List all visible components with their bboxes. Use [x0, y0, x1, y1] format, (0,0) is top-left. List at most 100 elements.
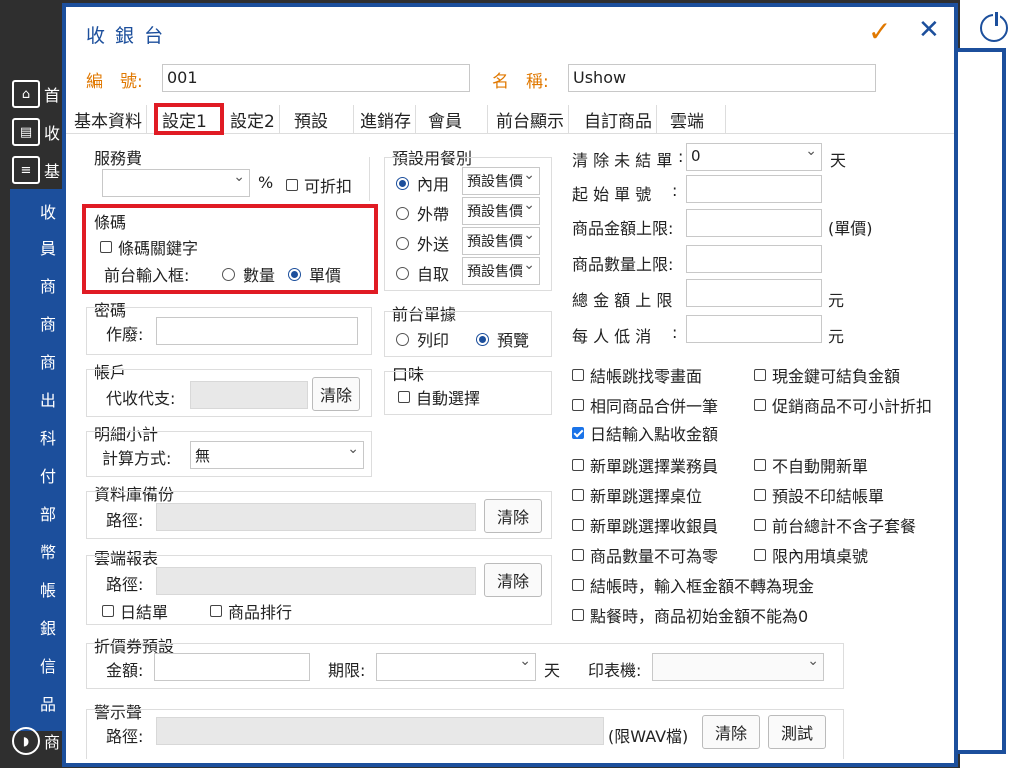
barcode-keyword-checkbox[interactable]: 條碼關鍵字	[100, 235, 198, 259]
name-field[interactable]: Ushow	[568, 64, 876, 92]
tab-custom-product[interactable]: 自訂商品	[580, 105, 657, 133]
code-field[interactable]: 001	[162, 64, 470, 92]
service-fee-select[interactable]	[102, 169, 250, 197]
submenu-item[interactable]: 出	[40, 387, 56, 411]
qty-radio[interactable]: 數量	[222, 262, 275, 286]
checkbox-box[interactable]	[754, 459, 766, 471]
checkbox-box[interactable]	[572, 427, 584, 439]
tab-default[interactable]: 預設	[290, 105, 354, 133]
checkbox-box[interactable]	[572, 609, 584, 621]
option-checkbox[interactable]: 點餐時，商品初始金額不能為0	[572, 603, 808, 627]
method-select[interactable]: 無	[190, 441, 364, 469]
checkbox-box[interactable]	[286, 179, 298, 191]
option-checkbox[interactable]: 限內用填桌號	[754, 543, 868, 567]
option-checkbox[interactable]: 不自動開新單	[754, 453, 868, 477]
price-limit-field[interactable]	[686, 209, 822, 237]
sidebar-item-product[interactable]: ◗ 商	[12, 727, 60, 755]
ranking-checkbox[interactable]: 商品排行	[210, 599, 292, 623]
option-checkbox[interactable]: 新單跳選擇桌位	[572, 483, 702, 507]
submenu-item[interactable]: 商	[40, 311, 56, 335]
submenu-item[interactable]: 商	[40, 349, 56, 373]
delivery-select[interactable]: 預設售價	[462, 227, 540, 255]
checkbox-box[interactable]	[102, 605, 114, 617]
printer-select[interactable]	[652, 653, 824, 681]
tab-settings2[interactable]: 設定2	[226, 105, 280, 133]
auto-select-checkbox[interactable]: 自動選擇	[398, 385, 480, 409]
option-checkbox[interactable]: 商品數量不可為零	[572, 543, 718, 567]
radio-dot[interactable]	[288, 267, 301, 281]
clear-unsettled-select[interactable]: 0	[686, 143, 822, 171]
sidebar-item-cashier[interactable]: ▤ 收	[12, 118, 60, 146]
checkbox-box[interactable]	[754, 399, 766, 411]
checkbox-box[interactable]	[572, 519, 584, 531]
checkbox-box[interactable]	[572, 579, 584, 591]
checkbox-box[interactable]	[572, 459, 584, 471]
print-radio[interactable]: 列印	[396, 327, 449, 351]
sidebar-item-basic[interactable]: ≡ 基	[12, 156, 60, 184]
checkbox-box[interactable]	[572, 399, 584, 411]
daily-report-checkbox[interactable]: 日結單	[102, 599, 168, 623]
radio-dot[interactable]	[396, 176, 409, 190]
option-checkbox[interactable]: 現金鍵可結負金額	[754, 363, 900, 387]
radio-dot[interactable]	[476, 332, 489, 346]
coupon-period-select[interactable]	[376, 653, 536, 681]
checkbox-box[interactable]	[398, 391, 410, 403]
option-checkbox[interactable]: 相同商品合併一筆	[572, 393, 718, 417]
delivery-radio[interactable]: 外送	[396, 231, 449, 255]
pickup-select[interactable]: 預設售價	[462, 257, 540, 285]
alert-clear-button[interactable]: 清除	[702, 715, 760, 749]
tab-member[interactable]: 會員	[424, 105, 488, 133]
checkbox-box[interactable]	[754, 549, 766, 561]
alert-test-button[interactable]: 測試	[768, 715, 826, 749]
price-radio[interactable]: 單價	[288, 262, 341, 286]
coupon-amount-field[interactable]	[154, 653, 310, 681]
account-clear-button[interactable]: 清除	[312, 377, 360, 411]
checkbox-box[interactable]	[754, 519, 766, 531]
submenu-item[interactable]: 部	[40, 501, 56, 525]
confirm-icon[interactable]: ✓	[868, 15, 891, 48]
checkbox-box[interactable]	[754, 489, 766, 501]
discountable-checkbox[interactable]: 可折扣	[286, 173, 352, 197]
submenu-item[interactable]: 科	[40, 425, 56, 449]
pickup-radio[interactable]: 自取	[396, 261, 449, 285]
radio-dot[interactable]	[396, 236, 409, 250]
submenu-item[interactable]: 品	[40, 691, 56, 715]
sidebar-item-home[interactable]: ⌂ 首	[12, 80, 60, 108]
dine-in-select[interactable]: 預設售價	[462, 167, 540, 195]
checkbox-box[interactable]	[572, 489, 584, 501]
checkbox-box[interactable]	[572, 549, 584, 561]
cloud-clear-button[interactable]: 清除	[484, 563, 542, 597]
min-spend-field[interactable]	[686, 315, 822, 343]
submenu-item[interactable]: 員	[40, 235, 56, 259]
dine-in-radio[interactable]: 內用	[396, 171, 449, 195]
radio-dot[interactable]	[396, 266, 409, 280]
void-password-field[interactable]	[156, 317, 358, 345]
option-checkbox[interactable]: 結帳跳找零畫面	[572, 363, 702, 387]
checkbox-box[interactable]	[754, 369, 766, 381]
qty-limit-field[interactable]	[686, 245, 822, 273]
submenu-item[interactable]: 付	[40, 463, 56, 487]
preview-radio[interactable]: 預覽	[476, 327, 529, 351]
option-checkbox[interactable]: 促銷商品不可小計折扣	[754, 393, 932, 417]
tab-basic[interactable]: 基本資料	[70, 105, 147, 133]
submenu-item[interactable]: 幣	[40, 539, 56, 563]
tab-front-display[interactable]: 前台顯示	[492, 105, 569, 133]
start-no-field[interactable]	[686, 175, 822, 203]
close-icon[interactable]: ✕	[918, 15, 940, 45]
checkbox-box[interactable]	[572, 369, 584, 381]
option-checkbox[interactable]: 前台總計不含子套餐	[754, 513, 916, 537]
radio-dot[interactable]	[396, 332, 409, 346]
radio-dot[interactable]	[396, 206, 409, 220]
tab-cloud[interactable]: 雲端	[666, 105, 726, 133]
option-checkbox[interactable]: 新單跳選擇收銀員	[572, 513, 718, 537]
checkbox-box[interactable]	[210, 605, 222, 617]
submenu-item[interactable]: 信	[40, 653, 56, 677]
power-icon[interactable]	[980, 12, 1008, 42]
submenu-item[interactable]: 帳	[40, 577, 56, 601]
option-checkbox[interactable]: 日結輸入點收金額	[572, 421, 718, 445]
option-checkbox[interactable]: 新單跳選擇業務員	[572, 453, 718, 477]
takeout-select[interactable]: 預設售價	[462, 197, 540, 225]
total-limit-field[interactable]	[686, 279, 822, 307]
submenu-item[interactable]: 收	[40, 199, 56, 223]
db-clear-button[interactable]: 清除	[484, 499, 542, 533]
